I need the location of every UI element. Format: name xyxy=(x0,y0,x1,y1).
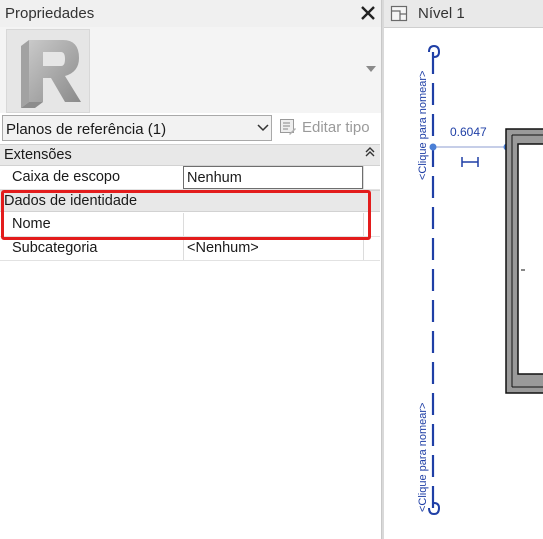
dimension-lock-icon[interactable] xyxy=(461,157,479,167)
drawing-graphics xyxy=(428,44,543,516)
dimension-value[interactable]: 0.6047 xyxy=(450,125,487,139)
dimension-grip[interactable] xyxy=(429,143,437,151)
reference-plane-label-top[interactable]: <Clique para nomear> xyxy=(417,71,429,180)
reference-plane-label-bottom[interactable]: <Clique para nomear> xyxy=(417,403,429,512)
wall-inner xyxy=(517,143,543,375)
